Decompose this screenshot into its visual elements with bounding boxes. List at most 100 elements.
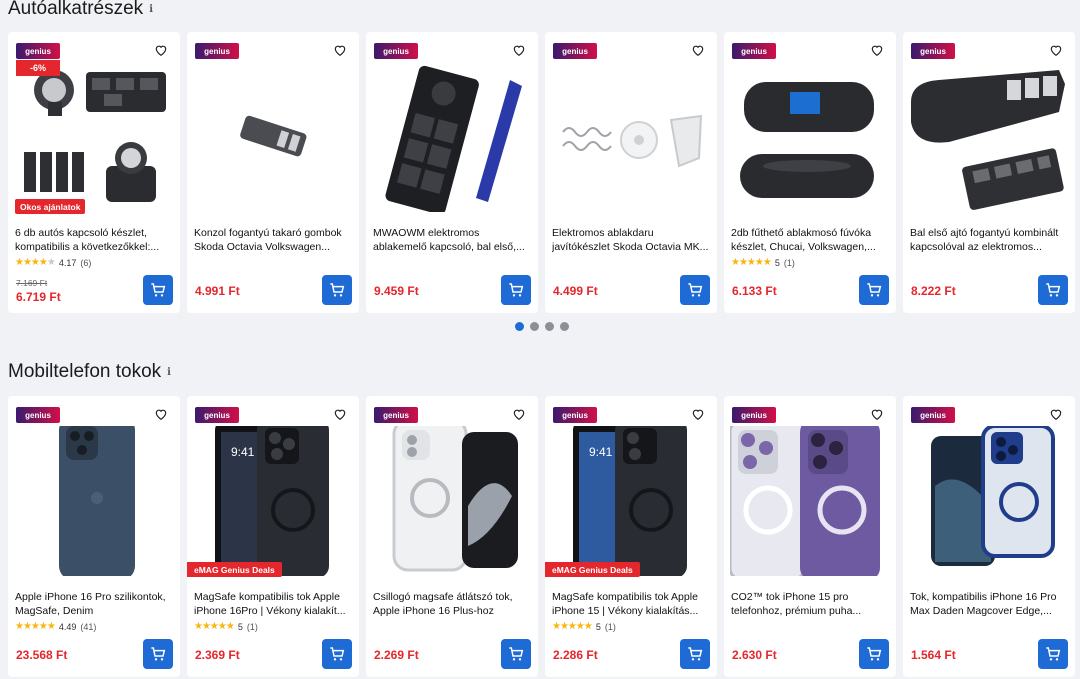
product-card[interactable]: genius Csillogó magsafe átlátszó tok, Ap… [366,396,538,677]
cart-icon [330,283,345,297]
product-title[interactable]: Apple iPhone 16 Pro szilikontok, MagSafe… [15,590,172,618]
product-image[interactable] [730,426,890,576]
rating-value: 5 [237,621,243,632]
genius-badge: genius [553,407,597,423]
heart-icon[interactable] [691,407,705,421]
product-image[interactable] [14,426,174,576]
heart-icon[interactable] [870,407,884,421]
product-image[interactable]: 9:41 [551,426,711,576]
add-to-cart-button[interactable] [680,275,710,305]
product-title[interactable]: 2db fűthető ablakmosó fúvóka készlet, Ch… [731,226,888,254]
product-title[interactable]: Bal első ajtó fogantyú kombinált kapcsol… [910,226,1067,254]
cart-icon [151,647,166,661]
info-icon[interactable]: i [167,367,171,378]
star-rating-icon: ★★★★★ [194,621,235,632]
product-card[interactable]: genius -6% Okos ajánlatok 6 db autós kap… [8,32,180,313]
product-title[interactable]: CO2™ tok iPhone 15 pro telefonhoz, prémi… [731,590,888,618]
product-card[interactable]: genius 2db fűthető ablakmosó fúvóka kész… [724,32,896,313]
product-image[interactable] [909,426,1069,576]
add-to-cart-button[interactable] [1038,275,1068,305]
star-rating-icon: ★★★★★ [15,621,56,632]
genius-badge: genius [374,407,418,423]
star-rating-icon: ★★★★★ [15,257,56,268]
heart-icon[interactable] [691,43,705,57]
price: 2.269 Ft [374,648,419,662]
svg-text:9:41: 9:41 [231,445,255,459]
genius-badge: genius [374,43,418,59]
heart-icon[interactable] [512,43,526,57]
product-card[interactable]: genius Elektromos ablakdaru javítókészle… [545,32,717,313]
product-image[interactable] [372,62,532,212]
product-title[interactable]: MWAOWM elektromos ablakemelő kapcsoló, b… [373,226,530,254]
rating: ★★★★★ 5 (1) [552,621,616,632]
section-title-mobiltelefon-tokok: Mobiltelefon tokok i [8,361,171,383]
section-title-text: Autóalkatrészek [8,0,144,19]
section-title-text: Mobiltelefon tokok [8,361,162,382]
product-card[interactable]: genius Bal első ajtó fogantyú kombinált … [903,32,1075,313]
product-image[interactable]: 9:41 [193,426,353,576]
product-card[interactable]: genius CO2™ tok iPhone 15 pro telefonhoz… [724,396,896,677]
product-title[interactable]: Elektromos ablakdaru javítókészlet Skoda… [552,226,709,254]
info-icon[interactable]: i [149,4,153,15]
heart-icon[interactable] [154,43,168,57]
product-title[interactable]: 6 db autós kapcsoló készlet, kompatibili… [15,226,172,254]
add-to-cart-button[interactable] [680,639,710,669]
review-count: (1) [783,257,795,268]
add-to-cart-button[interactable] [501,275,531,305]
add-to-cart-button[interactable] [322,275,352,305]
price: 9.459 Ft [374,284,419,298]
price: 4.499 Ft [553,284,598,298]
add-to-cart-button[interactable] [143,275,173,305]
cart-icon [688,647,703,661]
add-to-cart-button[interactable] [322,639,352,669]
add-to-cart-button[interactable] [859,275,889,305]
heart-icon[interactable] [154,407,168,421]
product-card[interactable]: genius 9:41 eMAG Genius Deals MagSafe ko… [187,396,359,677]
rating-value: 5 [774,257,780,268]
product-card[interactable]: genius MWAOWM elektromos ablakemelő kapc… [366,32,538,313]
rating-value: 4.49 [58,621,77,632]
add-to-cart-button[interactable] [501,639,531,669]
product-title[interactable]: Tok, kompatibilis iPhone 16 Pro Max Dade… [910,590,1067,618]
product-card[interactable]: genius Konzol fogantyú takaró gombok Sko… [187,32,359,313]
carousel-dot-2[interactable] [530,322,539,331]
cart-icon [151,283,166,297]
add-to-cart-button[interactable] [859,639,889,669]
heart-icon[interactable] [1049,407,1063,421]
add-to-cart-button[interactable] [143,639,173,669]
price: 8.222 Ft [911,284,956,298]
product-title[interactable]: MagSafe kompatibilis tok Apple iPhone 16… [194,590,351,618]
product-card[interactable]: genius Tok, kompatibilis iPhone 16 Pro M… [903,396,1075,677]
product-title[interactable]: MagSafe kompatibilis tok Apple iPhone 15… [552,590,709,618]
heart-icon[interactable] [333,407,347,421]
cart-icon [1046,647,1061,661]
product-image[interactable] [14,62,174,212]
rating: ★★★★★ 4.49 (41) [15,621,96,632]
product-image[interactable] [193,62,353,212]
review-count: (1) [604,621,616,632]
carousel-dot-1[interactable] [515,322,524,331]
price: 2.369 Ft [195,648,240,662]
okos-ajanlatok-tag: Okos ajánlatok [15,199,86,214]
heart-icon[interactable] [333,43,347,57]
product-image[interactable] [551,62,711,212]
heart-icon[interactable] [512,407,526,421]
product-image[interactable] [372,426,532,576]
product-image[interactable] [730,62,890,212]
carousel-dot-3[interactable] [545,322,554,331]
review-count: (1) [246,621,258,632]
heart-icon[interactable] [870,43,884,57]
genius-badge: genius [911,43,955,59]
genius-badge: genius [16,407,60,423]
carousel-dot-4[interactable] [560,322,569,331]
rating: ★★★★★ 4.17 (6) [15,257,91,268]
cart-icon [867,647,882,661]
product-card[interactable]: genius Apple iPhone 16 Pro szilikontok, … [8,396,180,677]
cart-icon [330,647,345,661]
product-card[interactable]: genius 9:41 eMAG Genius Deals MagSafe ko… [545,396,717,677]
add-to-cart-button[interactable] [1038,639,1068,669]
product-title[interactable]: Csillogó magsafe átlátszó tok, Apple iPh… [373,590,530,618]
product-title[interactable]: Konzol fogantyú takaró gombok Skoda Octa… [194,226,351,254]
product-image[interactable] [909,62,1069,212]
heart-icon[interactable] [1049,43,1063,57]
